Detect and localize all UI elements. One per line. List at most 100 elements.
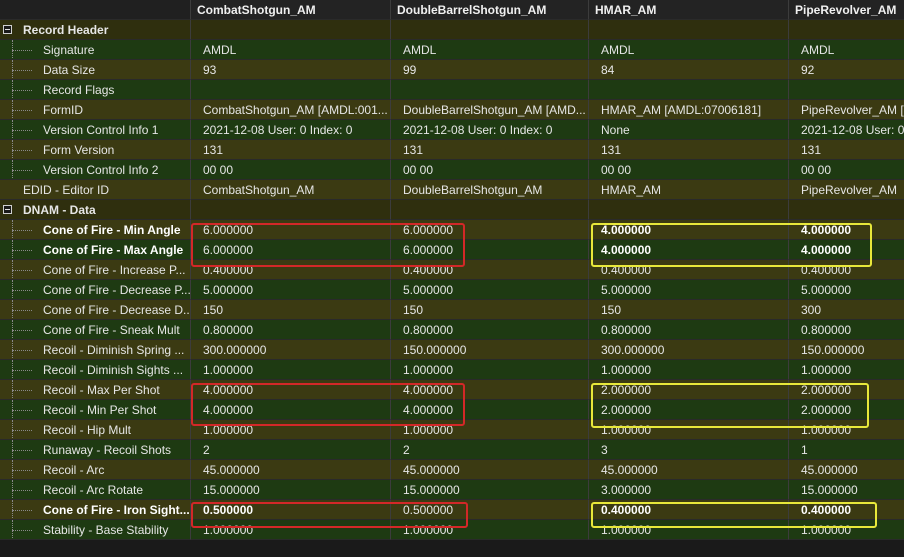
value-cell[interactable]: 4.000000	[789, 240, 904, 260]
value-cell[interactable]: 6.000000	[191, 220, 391, 240]
table-row[interactable]: Record Header	[0, 20, 904, 40]
table-row[interactable]: DNAM - Data	[0, 200, 904, 220]
value-cell[interactable]: 131	[391, 140, 589, 160]
value-cell[interactable]: 4.000000	[191, 380, 391, 400]
table-row[interactable]: Cone of Fire - Max Angle 6.000000 6.000000…	[0, 240, 904, 260]
value-cell[interactable]: 4.000000	[589, 240, 789, 260]
value-cell[interactable]: 0.500000	[191, 500, 391, 520]
table-row[interactable]: Recoil - Diminish Sights ... 1.000000 1.00…	[0, 360, 904, 380]
value-cell[interactable]: 3	[589, 440, 789, 460]
value-cell[interactable]: 150.000000	[391, 340, 589, 360]
value-cell[interactable]: AMDL	[391, 40, 589, 60]
value-cell[interactable]: PipeRevolver_AM	[789, 180, 904, 200]
table-row[interactable]: EDID - Editor ID CombatShotgun_AM DoubleBa…	[0, 180, 904, 200]
value-cell[interactable]: 5.000000	[789, 280, 904, 300]
value-cell[interactable]: 2	[191, 440, 391, 460]
value-cell[interactable]: 45.000000	[191, 460, 391, 480]
value-cell[interactable]: 0.800000	[589, 320, 789, 340]
value-cell[interactable]	[589, 20, 789, 40]
value-cell[interactable]: 5.000000	[391, 280, 589, 300]
value-cell[interactable]: 131	[789, 140, 904, 160]
value-cell[interactable]: None	[589, 120, 789, 140]
value-cell[interactable]: 131	[191, 140, 391, 160]
table-row[interactable]: Form Version 131 131 131 131	[0, 140, 904, 160]
value-cell[interactable]: 1.000000	[191, 520, 391, 540]
value-cell[interactable]: 0.800000	[391, 320, 589, 340]
value-cell[interactable]: 1.000000	[789, 420, 904, 440]
value-cell[interactable]: 5.000000	[191, 280, 391, 300]
value-cell[interactable]: 2.000000	[789, 380, 904, 400]
value-cell[interactable]: 4.000000	[391, 400, 589, 420]
collapse-toggle-icon[interactable]	[3, 25, 12, 34]
value-cell[interactable]	[789, 80, 904, 100]
value-cell[interactable]: 4.000000	[391, 380, 589, 400]
value-cell[interactable]: CombatShotgun_AM	[191, 180, 391, 200]
value-cell[interactable]	[391, 80, 589, 100]
value-cell[interactable]: CombatShotgun_AM [AMDL:001...	[191, 100, 391, 120]
value-cell[interactable]	[391, 200, 589, 220]
table-row[interactable]: Runaway - Recoil Shots 2 2 3 1	[0, 440, 904, 460]
table-row[interactable]: Data Size 93 99 84 92	[0, 60, 904, 80]
value-cell[interactable]: 45.000000	[589, 460, 789, 480]
value-cell[interactable]: 0.800000	[191, 320, 391, 340]
value-cell[interactable]: 99	[391, 60, 589, 80]
value-cell[interactable]: AMDL	[789, 40, 904, 60]
value-cell[interactable]: 6.000000	[391, 220, 589, 240]
table-row[interactable]: Signature AMDL AMDL AMDL AMDL	[0, 40, 904, 60]
value-cell[interactable]: 1.000000	[191, 420, 391, 440]
table-row[interactable]: Recoil - Diminish Spring ... 300.000000 15…	[0, 340, 904, 360]
value-cell[interactable]: 300.000000	[589, 340, 789, 360]
value-cell[interactable]: 00 00	[191, 160, 391, 180]
value-cell[interactable]: 4.000000	[589, 220, 789, 240]
value-cell[interactable]: 0.400000	[191, 260, 391, 280]
column-header-3[interactable]: HMAR_AM	[589, 0, 789, 20]
value-cell[interactable]: 2021-12-08 User: 0 Index: 0	[191, 120, 391, 140]
value-cell[interactable]: 2.000000	[789, 400, 904, 420]
value-cell[interactable]: 0.400000	[589, 500, 789, 520]
value-cell[interactable]: 2021-12-08 User: 0	[789, 120, 904, 140]
value-cell[interactable]: 45.000000	[391, 460, 589, 480]
value-cell[interactable]: 2.000000	[589, 400, 789, 420]
value-cell[interactable]	[789, 20, 904, 40]
value-cell[interactable]: 131	[589, 140, 789, 160]
column-header-2[interactable]: DoubleBarrelShotgun_AM	[391, 0, 589, 20]
value-cell[interactable]: 00 00	[589, 160, 789, 180]
table-row[interactable]: Version Control Info 1 2021-12-08 User: 0…	[0, 120, 904, 140]
value-cell[interactable]: AMDL	[191, 40, 391, 60]
value-cell[interactable]: 00 00	[789, 160, 904, 180]
table-row[interactable]: Recoil - Min Per Shot 4.000000 4.000000 2.0…	[0, 400, 904, 420]
value-cell[interactable]: 6.000000	[391, 240, 589, 260]
column-header-label[interactable]	[0, 0, 191, 20]
column-header-1[interactable]: CombatShotgun_AM	[191, 0, 391, 20]
value-cell[interactable]	[789, 200, 904, 220]
value-cell[interactable]: 1.000000	[391, 520, 589, 540]
value-cell[interactable]: 1.000000	[589, 420, 789, 440]
table-row[interactable]: Recoil - Hip Mult 1.000000 1.000000 1.00000…	[0, 420, 904, 440]
table-row[interactable]: Cone of Fire - Decrease P... 5.000000 5.00…	[0, 280, 904, 300]
value-cell[interactable]: 0.400000	[789, 500, 904, 520]
value-cell[interactable]: 1.000000	[391, 420, 589, 440]
value-cell[interactable]: 45.000000	[789, 460, 904, 480]
table-row[interactable]: Recoil - Arc Rotate 15.000000 15.000000 3.0…	[0, 480, 904, 500]
table-row[interactable]: Recoil - Arc 45.000000 45.000000 45.000000 4…	[0, 460, 904, 480]
value-cell[interactable]	[391, 20, 589, 40]
value-cell[interactable]: 0.400000	[789, 260, 904, 280]
table-row[interactable]: Cone of Fire - Iron Sight... 0.500000 0.50…	[0, 500, 904, 520]
value-cell[interactable]: 300.000000	[191, 340, 391, 360]
value-cell[interactable]: DoubleBarrelShotgun_AM	[391, 180, 589, 200]
value-cell[interactable]: 00 00	[391, 160, 589, 180]
value-cell[interactable]: 4.000000	[789, 220, 904, 240]
table-row[interactable]: Cone of Fire - Sneak Mult 0.800000 0.80000…	[0, 320, 904, 340]
value-cell[interactable]: DoubleBarrelShotgun_AM [AMD...	[391, 100, 589, 120]
value-cell[interactable]: 5.000000	[589, 280, 789, 300]
value-cell[interactable]: 92	[789, 60, 904, 80]
value-cell[interactable]: 1.000000	[589, 360, 789, 380]
value-cell[interactable]: 0.400000	[391, 260, 589, 280]
value-cell[interactable]: 2021-12-08 User: 0 Index: 0	[391, 120, 589, 140]
collapse-toggle-icon[interactable]	[3, 205, 12, 214]
value-cell[interactable]: 2	[391, 440, 589, 460]
value-cell[interactable]: 150.000000	[789, 340, 904, 360]
table-row[interactable]: Cone of Fire - Decrease D... 150 150 150 300	[0, 300, 904, 320]
value-cell[interactable]	[589, 80, 789, 100]
value-cell[interactable]: 150	[391, 300, 589, 320]
